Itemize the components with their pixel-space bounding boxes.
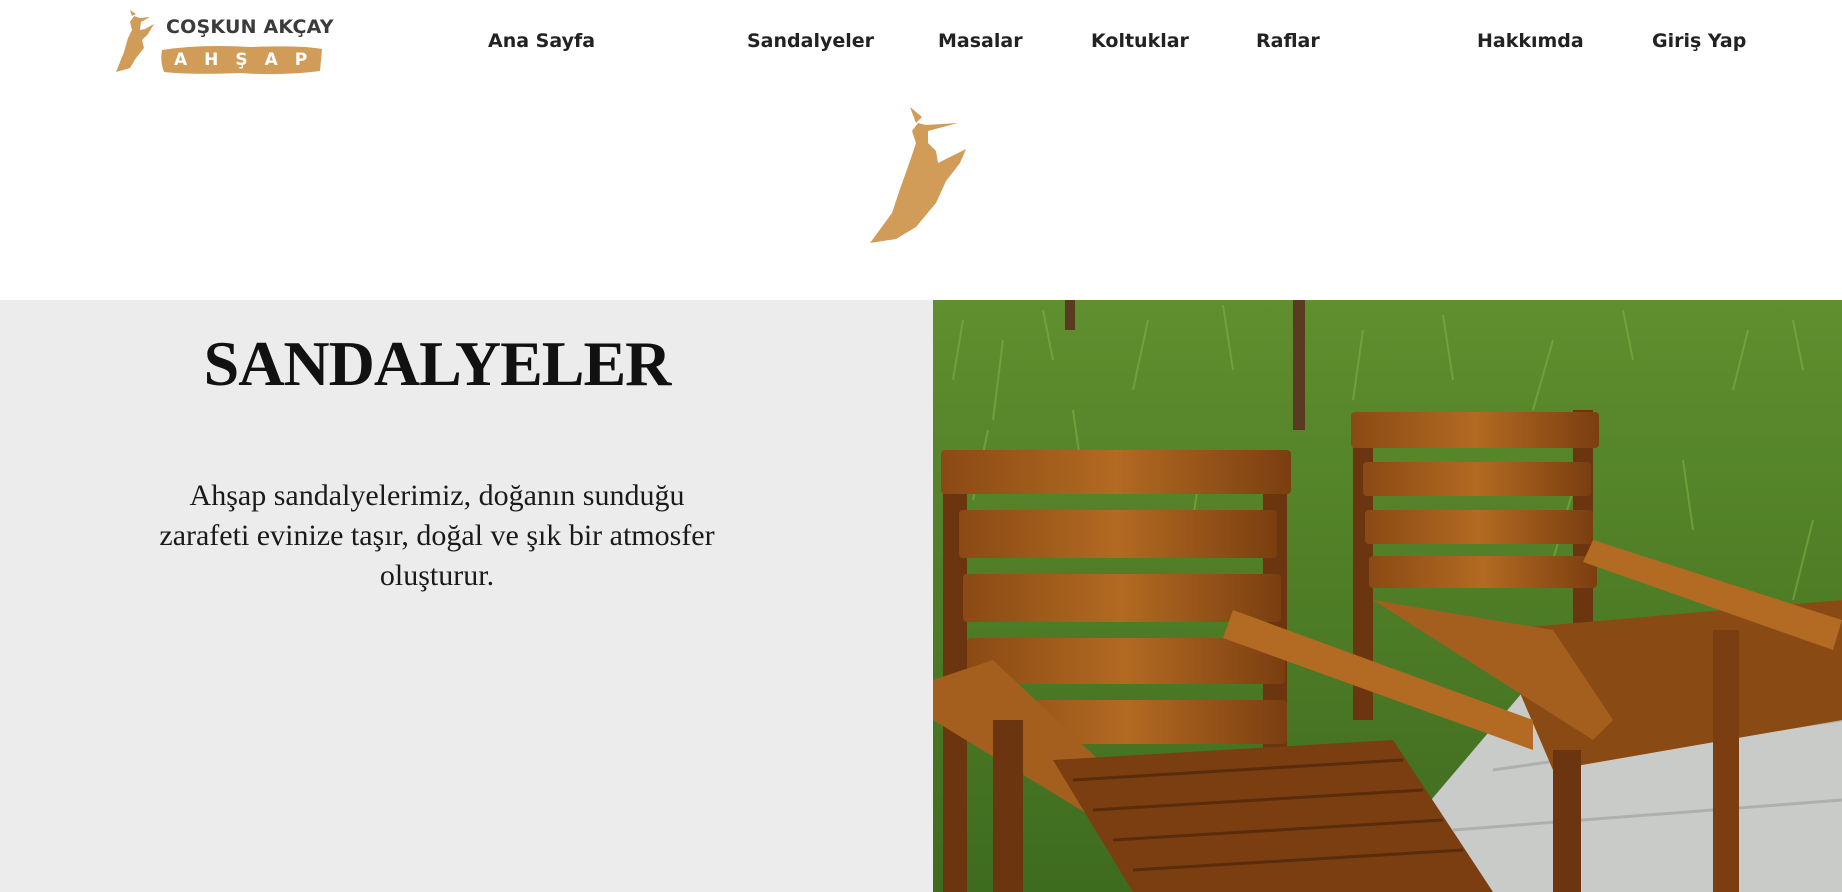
page-title: SANDALYELER xyxy=(203,328,672,399)
brand-name-bottom: AHŞAP xyxy=(174,50,325,70)
wooden-chairs-photo xyxy=(933,300,1842,892)
nav-login[interactable]: Giriş Yap xyxy=(1652,30,1746,52)
nav-tables[interactable]: Masalar xyxy=(938,30,1023,52)
hero-description: Ahşap sandalyelerimiz, doğanın sunduğu z… xyxy=(159,479,715,592)
brand-name-top: COŞKUN AKÇAY xyxy=(166,16,334,38)
nav-home[interactable]: Ana Sayfa xyxy=(488,30,595,52)
woodpecker-icon xyxy=(116,10,154,72)
nav-shelves[interactable]: Raflar xyxy=(1256,30,1320,52)
nav-chairs[interactable]: Sandalyeler xyxy=(747,30,874,52)
nav-armchairs[interactable]: Koltuklar xyxy=(1091,30,1189,52)
woodpecker-icon xyxy=(870,107,966,243)
brand-logo[interactable]: COŞKUN AKÇAY AHŞAP xyxy=(110,8,333,76)
site-header: COŞKUN AKÇAY AHŞAP Ana Sayfa Sandalyeler… xyxy=(0,0,1842,84)
nav-about[interactable]: Hakkımda xyxy=(1477,30,1584,52)
